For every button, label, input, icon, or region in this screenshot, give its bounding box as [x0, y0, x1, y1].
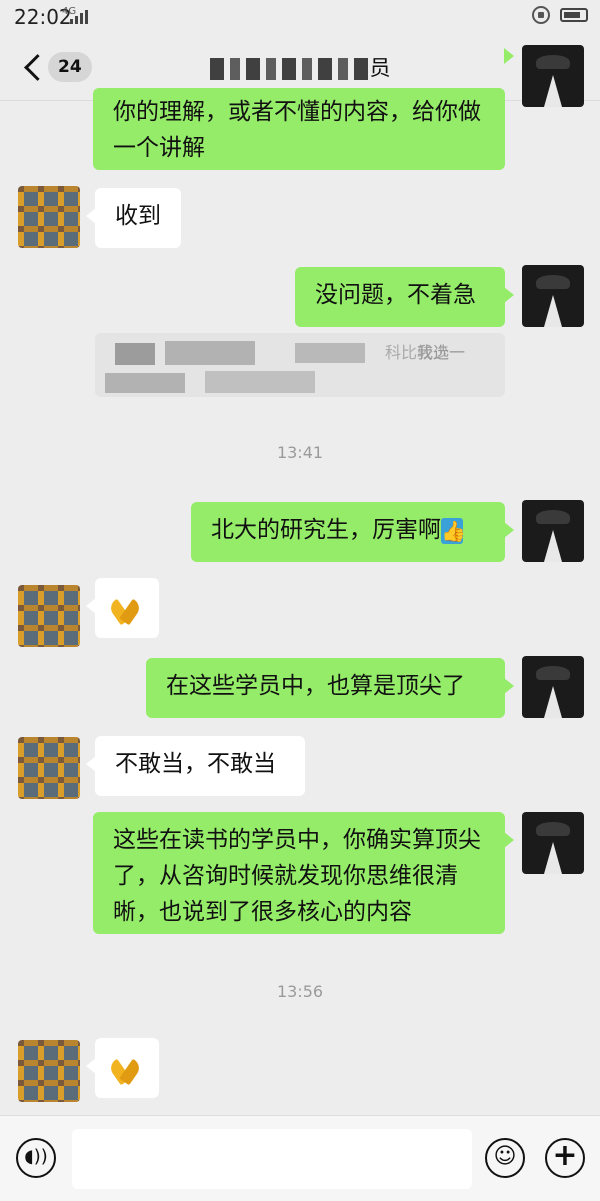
- message-bubble[interactable]: 这些在读书的学员中，你确实算顶尖了，从咨询时候就发现你思维很清晰，也说到了很多核…: [93, 812, 514, 934]
- message-bubble[interactable]: 你的理解，或者不懂的内容，给你做一个讲解: [93, 48, 514, 170]
- contact-avatar[interactable]: [18, 737, 80, 799]
- signal-icon: [70, 10, 90, 24]
- thumbs-up-icon: 👍: [441, 517, 466, 544]
- plus-icon: +: [552, 1138, 578, 1173]
- contact-avatar[interactable]: [18, 585, 80, 647]
- message-bubble[interactable]: [86, 578, 159, 638]
- battery-icon: [560, 8, 588, 22]
- my-avatar[interactable]: [522, 265, 584, 327]
- my-avatar[interactable]: [522, 656, 584, 718]
- message-text: 没问题，不着急: [315, 282, 476, 308]
- smiley-icon: ☺: [493, 1144, 517, 1169]
- timestamp: 13:56: [276, 982, 324, 1001]
- redacted-fragment: 我选一: [417, 343, 466, 362]
- back-icon[interactable]: [22, 52, 48, 82]
- my-avatar[interactable]: [522, 45, 584, 107]
- voice-input-button[interactable]: ◖)): [16, 1138, 56, 1178]
- message-text: 北大的研究生，厉害啊: [211, 517, 441, 543]
- message-bubble[interactable]: 北大的研究生，厉害啊👍: [191, 502, 514, 562]
- folded-hands-icon: [109, 1058, 143, 1084]
- emoji-button[interactable]: ☺: [485, 1138, 525, 1178]
- message-bubble[interactable]: 收到: [86, 188, 181, 248]
- message-text: 不敢当，不敢当: [115, 751, 276, 777]
- message-text: 这些在读书的学员中，你确实算顶尖了，从咨询时候就发现你思维很清晰，也说到了很多核…: [113, 827, 481, 925]
- chat-title-text: 员: [369, 56, 391, 80]
- message-bubble[interactable]: 在这些学员中，也算是顶尖了: [146, 658, 514, 718]
- rotation-lock-icon: [532, 6, 550, 24]
- unread-count-badge[interactable]: 24: [48, 52, 92, 82]
- input-bar: ◖)) ☺ +: [0, 1115, 600, 1201]
- voice-icon: ◖)): [24, 1146, 48, 1167]
- message-text: 收到: [115, 203, 161, 229]
- chat-title: 员: [150, 52, 450, 82]
- message-bubble[interactable]: 没问题，不着急: [295, 267, 514, 327]
- message-bubble[interactable]: [86, 1038, 159, 1098]
- timestamp: 13:41: [276, 443, 324, 462]
- my-avatar[interactable]: [522, 812, 584, 874]
- contact-avatar[interactable]: [18, 186, 80, 248]
- my-avatar[interactable]: [522, 500, 584, 562]
- status-bar: 22:02 4G: [0, 0, 600, 34]
- redacted-message: 科比较少 我选一: [95, 333, 505, 397]
- folded-hands-icon: [109, 598, 143, 624]
- message-bubble[interactable]: 不敢当，不敢当: [86, 736, 305, 796]
- message-input[interactable]: [72, 1129, 472, 1189]
- more-functions-button[interactable]: +: [545, 1138, 585, 1178]
- message-text: 你的理解，或者不懂的内容，给你做一个讲解: [113, 99, 481, 161]
- contact-avatar[interactable]: [18, 1040, 80, 1102]
- redacted-name: [209, 58, 370, 80]
- message-text: 在这些学员中，也算是顶尖了: [166, 673, 465, 699]
